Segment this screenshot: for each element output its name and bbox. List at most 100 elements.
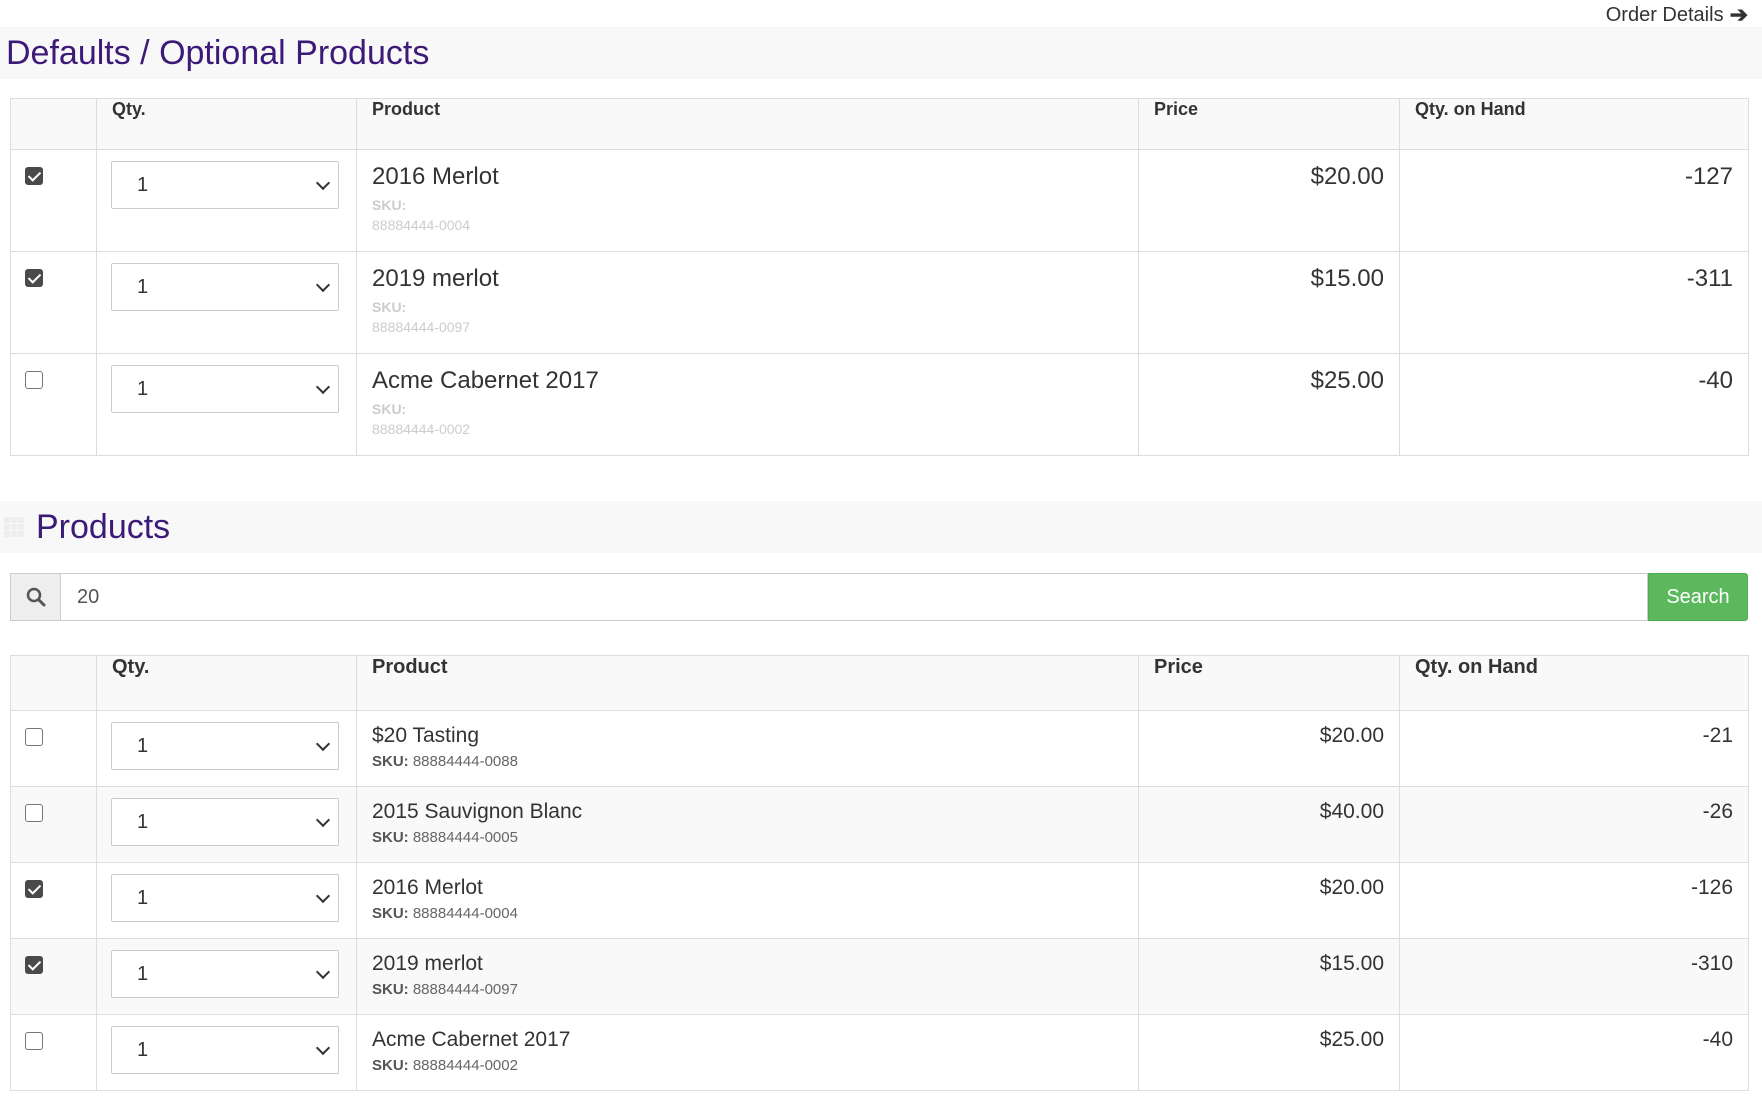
- table-row: 1 2019 merlot SKU: 88884444-0097 $15.00 -…: [10, 251, 1749, 354]
- product-name: Acme Cabernet 2017: [372, 1028, 571, 1051]
- qty-select[interactable]: 1: [111, 950, 339, 998]
- qty-cell: 1: [96, 353, 357, 456]
- product-sku-line: SKU: 88884444-0088: [372, 753, 1123, 770]
- chevron-down-icon: [315, 736, 331, 751]
- products-section-header: Products: [0, 501, 1762, 553]
- row-select-checkbox[interactable]: [25, 269, 43, 287]
- qty-on-hand-cell: -311: [1399, 251, 1749, 354]
- table-row: 1 2015 Sauvignon Blanc SKU: 88884444-000…: [10, 786, 1749, 863]
- product-sku-label: SKU:: [372, 197, 407, 213]
- price-cell: $25.00: [1138, 1014, 1400, 1091]
- product-cell: Acme Cabernet 2017 SKU: 88884444-0002: [356, 1014, 1139, 1091]
- chevron-down-icon: [315, 1040, 331, 1055]
- qty-value: 1: [137, 886, 149, 909]
- product-sku: 88884444-0005: [412, 829, 518, 846]
- column-header-qty-on-hand: Qty. on Hand: [1399, 655, 1749, 711]
- chevron-down-icon: [315, 379, 331, 394]
- chevron-down-icon: [315, 964, 331, 979]
- product-sku-label: SKU:: [372, 1057, 409, 1074]
- qty-on-hand-cell: -40: [1399, 1014, 1749, 1091]
- order-details-label: Order Details: [1605, 3, 1724, 26]
- table-header-row: Qty. Product Price Qty. on Hand: [10, 98, 1749, 150]
- product-sku: 88884444-0097: [412, 981, 518, 998]
- qty-select[interactable]: 1: [111, 263, 339, 311]
- search-button[interactable]: Search: [1648, 573, 1748, 621]
- product-cell: 2016 Merlot SKU: 88884444-0004: [356, 149, 1139, 252]
- product-sku-label: SKU:: [372, 299, 407, 315]
- product-sku: 88884444-0097: [372, 319, 471, 335]
- order-details-link[interactable]: Order Details ➔: [1606, 2, 1748, 28]
- price-cell: $20.00: [1138, 862, 1400, 939]
- price-cell: $15.00: [1138, 251, 1400, 354]
- column-header-select: [10, 655, 97, 711]
- product-cell: $20 Tasting SKU: 88884444-0088: [356, 710, 1139, 787]
- qty-on-hand-cell: -21: [1399, 710, 1749, 787]
- product-qty-on-hand: -26: [1702, 800, 1733, 823]
- product-name: 2019 merlot: [372, 952, 483, 975]
- qty-select[interactable]: 1: [111, 798, 339, 846]
- product-sku: 88884444-0088: [412, 753, 518, 770]
- qty-select[interactable]: 1: [111, 365, 339, 413]
- price-cell: $20.00: [1138, 149, 1400, 252]
- product-sku-label: SKU:: [372, 753, 409, 770]
- chevron-down-icon: [315, 812, 331, 827]
- row-select-checkbox[interactable]: [25, 804, 43, 822]
- select-cell: [10, 938, 97, 1015]
- product-sku-label: SKU:: [372, 981, 409, 998]
- qty-select[interactable]: 1: [111, 722, 339, 770]
- product-price: $15.00: [1319, 952, 1384, 975]
- qty-select[interactable]: 1: [111, 1026, 339, 1074]
- qty-on-hand-cell: -310: [1399, 938, 1749, 1015]
- product-price: $20.00: [1319, 724, 1384, 747]
- column-header-qty: Qty.: [96, 655, 357, 711]
- row-select-checkbox[interactable]: [25, 371, 43, 389]
- product-price: $25.00: [1319, 1028, 1384, 1051]
- qty-cell: 1: [96, 1014, 357, 1091]
- qty-on-hand-cell: -127: [1399, 149, 1749, 252]
- product-qty-on-hand: -127: [1684, 163, 1733, 190]
- select-cell: [10, 1014, 97, 1091]
- select-cell: [10, 862, 97, 939]
- qty-cell: 1: [96, 938, 357, 1015]
- qty-select[interactable]: 1: [111, 161, 339, 209]
- table-row: 1 Acme Cabernet 2017 SKU: 88884444-0002 $…: [10, 353, 1749, 456]
- row-select-checkbox[interactable]: [25, 167, 43, 185]
- column-header-qty: Qty.: [96, 98, 357, 150]
- chevron-down-icon: [315, 888, 331, 903]
- products-table: Qty. Product Price Qty. on Hand 1 $20 Ta…: [10, 655, 1749, 1091]
- row-select-checkbox[interactable]: [25, 880, 43, 898]
- price-cell: $25.00: [1138, 353, 1400, 456]
- qty-value: 1: [137, 275, 149, 298]
- column-header-select: [10, 98, 97, 150]
- column-header-product: Product: [356, 98, 1139, 150]
- column-header-qty-on-hand: Qty. on Hand: [1399, 98, 1749, 150]
- defaults-section-title: Defaults / Optional Products: [6, 33, 430, 72]
- price-cell: $15.00: [1138, 938, 1400, 1015]
- product-qty-on-hand: -40: [1698, 367, 1733, 394]
- product-qty-on-hand: -21: [1702, 724, 1733, 747]
- search-icon: [10, 573, 60, 621]
- chevron-down-icon: [315, 175, 331, 190]
- qty-select[interactable]: 1: [111, 874, 339, 922]
- row-select-checkbox[interactable]: [25, 728, 43, 746]
- column-header-product: Product: [356, 655, 1139, 711]
- product-sku: 88884444-0002: [372, 421, 471, 437]
- product-price: $15.00: [1310, 265, 1384, 292]
- price-cell: $20.00: [1138, 710, 1400, 787]
- row-select-checkbox[interactable]: [25, 1032, 43, 1050]
- product-name: 2016 Merlot: [372, 876, 483, 899]
- product-name: 2015 Sauvignon Blanc: [372, 800, 583, 823]
- product-sku-label: SKU:: [372, 829, 409, 846]
- select-cell: [10, 710, 97, 787]
- product-sku: 88884444-0002: [412, 1057, 518, 1074]
- select-cell: [10, 251, 97, 354]
- qty-on-hand-cell: -26: [1399, 786, 1749, 863]
- qty-cell: 1: [96, 251, 357, 354]
- product-search-input[interactable]: [60, 573, 1648, 621]
- qty-value: 1: [137, 1038, 149, 1061]
- product-cell: 2016 Merlot SKU: 88884444-0004: [356, 862, 1139, 939]
- row-select-checkbox[interactable]: [25, 956, 43, 974]
- column-header-price: Price: [1138, 655, 1400, 711]
- product-name: $20 Tasting: [372, 724, 480, 747]
- product-cell: Acme Cabernet 2017 SKU: 88884444-0002: [356, 353, 1139, 456]
